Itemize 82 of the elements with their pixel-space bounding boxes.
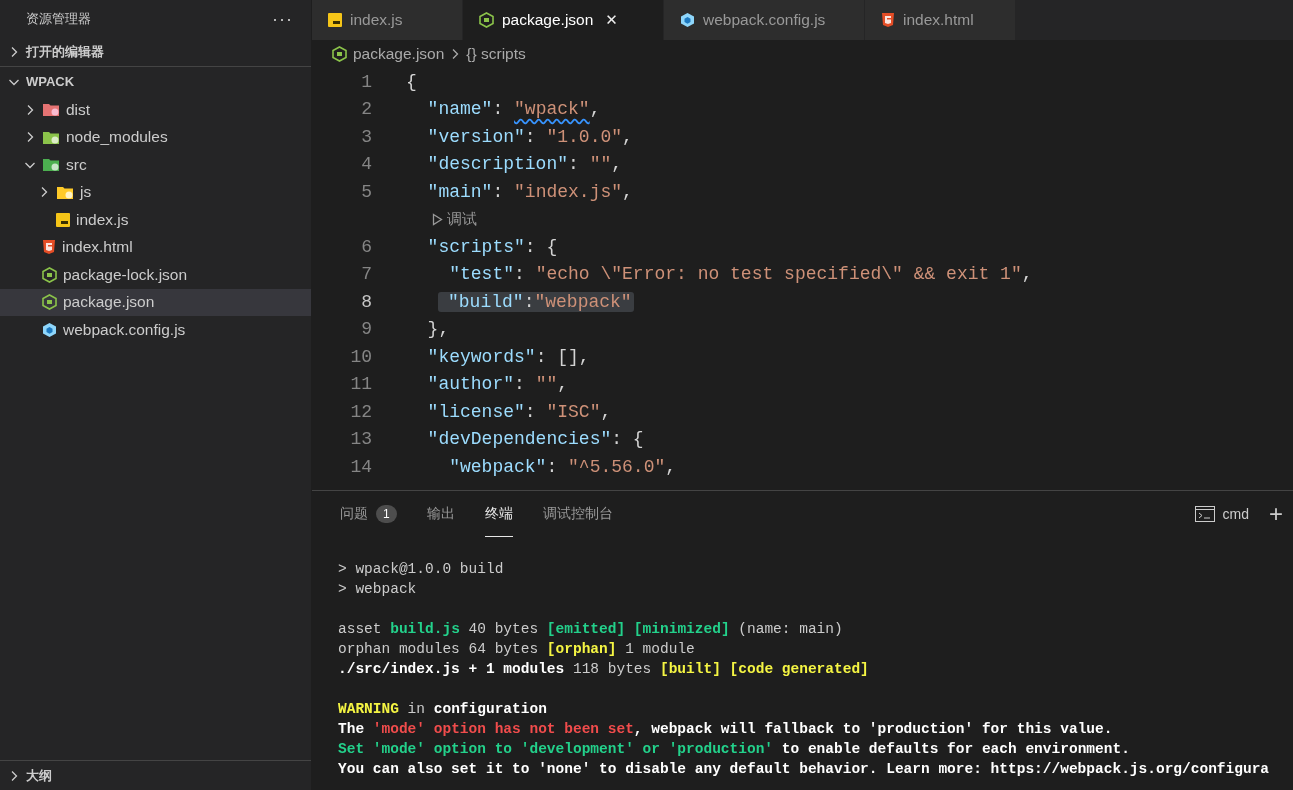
js-file-icon	[56, 212, 70, 227]
hexagon-icon	[479, 12, 494, 28]
terminal-line: WARNING in configuration	[338, 700, 547, 719]
line-number: 7	[360, 264, 373, 285]
terminal-line: The 'mode' option has not been set, webpack will fallback to 'production' for this value.	[338, 720, 1113, 739]
terminal-icon[interactable]	[1194, 506, 1215, 522]
editor-tab[interactable]: index.html	[865, 0, 1016, 40]
line-number: 1	[360, 71, 373, 92]
play-icon[interactable]	[432, 212, 443, 226]
folder-icon	[42, 129, 60, 145]
code-line: "description": "",	[426, 154, 623, 175]
cube-icon	[680, 12, 695, 28]
line-number: 14	[349, 456, 373, 477]
terminal-line: > webpack	[338, 580, 417, 599]
code-line: "author": "",	[426, 374, 569, 395]
file-tree-item[interactable]: index.html	[0, 233, 311, 261]
file-tree-item[interactable]: js	[0, 178, 311, 206]
code-line: "webpack": "^5.56.0",	[448, 456, 677, 477]
line-number: 8	[360, 291, 373, 312]
hexagon-icon	[42, 266, 57, 283]
folder-icon	[56, 184, 74, 200]
file-tree-item[interactable]: src	[0, 151, 311, 179]
terminal-line: You can also set it to 'none' to disable any default behavior. Learn more: https://webpack.js.org/configura	[338, 760, 1270, 779]
code-line: },	[426, 319, 450, 340]
code-line: "version": "1.0.0",	[426, 126, 633, 147]
code-line: "license": "ISC",	[426, 401, 612, 422]
code-line: "keywords": [],	[426, 346, 590, 367]
shield-icon	[881, 12, 895, 28]
code-line: "name": "wpack",	[426, 99, 601, 120]
panel-tab[interactable]: 输出	[426, 491, 455, 537]
code-line: {	[406, 71, 417, 92]
editor-tab[interactable]: webpack.config.js	[664, 0, 865, 40]
shell-name[interactable]: cmd	[1222, 506, 1249, 522]
terminal-line: > wpack@1.0.0 build	[338, 560, 504, 579]
terminal-line: asset build.js 40 bytes [emitted] [minimized] (name: main)	[338, 620, 843, 639]
file-tree-item[interactable]: dist	[0, 96, 311, 124]
terminal-line: Set 'mode' option to 'development' or 'production' to enable defaults for each environment.	[338, 740, 1130, 759]
section-header[interactable]: WPACK	[26, 74, 75, 89]
file-tree-item[interactable]: package.json	[0, 288, 311, 316]
folder-icon	[42, 157, 60, 173]
code-line: "devDependencies": {	[426, 429, 644, 450]
code-line: "main": "index.js",	[426, 181, 633, 202]
editor-tab[interactable]: package.json ✕	[463, 0, 664, 40]
cube-icon	[42, 321, 57, 338]
line-number: 4	[360, 154, 373, 175]
panel-tab[interactable]: 问题 1	[340, 491, 397, 537]
js-file-icon	[328, 13, 342, 27]
breadcrumb-item[interactable]: {} scripts	[466, 45, 526, 63]
line-number: 5	[360, 181, 373, 202]
line-number: 9	[360, 319, 373, 340]
line-number: 6	[360, 236, 373, 257]
panel-tab[interactable]: 调试控制台	[542, 491, 613, 537]
hexagon-icon	[332, 46, 347, 62]
terminal-line: ./src/index.js + 1 modules 118 bytes [built] [code generated]	[338, 660, 869, 679]
add-terminal-button[interactable]: +	[1269, 500, 1283, 528]
file-tree-item[interactable]: webpack.config.js	[0, 316, 311, 344]
editor-tab[interactable]: index.js	[312, 0, 463, 40]
close-icon[interactable]: ✕	[605, 11, 618, 29]
panel-tab[interactable]: 终端	[484, 491, 513, 537]
file-tree-item[interactable]: node_modules	[0, 123, 311, 151]
folder-icon	[42, 102, 60, 118]
code-line: "test": "echo \"Error: no test specified\" && exit 1",	[448, 264, 1033, 285]
line-number: 12	[349, 401, 373, 422]
section-header[interactable]: 大纲	[26, 766, 52, 785]
line-number: 13	[349, 429, 373, 450]
terminal-line: orphan modules 64 bytes [orphan] 1 module	[338, 640, 695, 659]
line-number: 2	[360, 99, 373, 120]
more-actions-button[interactable]: ···	[272, 8, 293, 30]
file-tree-item[interactable]: package-lock.json	[0, 261, 311, 289]
codelens-link[interactable]: 调试	[447, 209, 477, 229]
chevron-right-icon	[450, 48, 461, 60]
shield-icon	[42, 239, 56, 256]
file-tree-item[interactable]: index.js	[0, 206, 311, 234]
line-number: 3	[360, 126, 373, 147]
hexagon-icon	[42, 294, 57, 311]
line-number: 11	[349, 374, 373, 395]
code-line: "scripts": {	[426, 236, 558, 257]
problem-count-badge: 1	[376, 504, 397, 523]
explorer-title: 资源管理器	[26, 10, 91, 28]
breadcrumb-item[interactable]: package.json	[353, 45, 445, 63]
line-number: 10	[349, 346, 373, 367]
section-header[interactable]: 打开的编辑器	[26, 43, 104, 61]
